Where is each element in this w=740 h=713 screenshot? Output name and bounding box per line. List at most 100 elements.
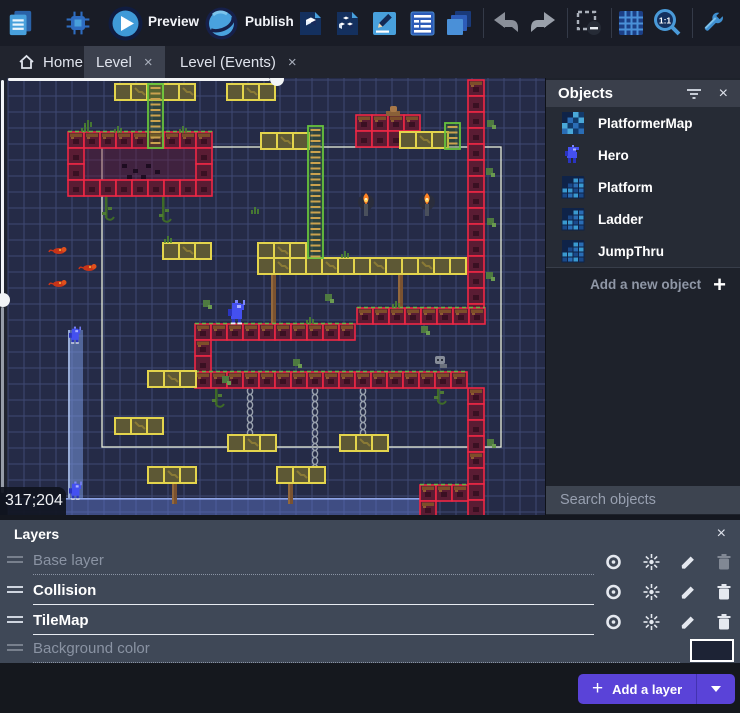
object-item-hero[interactable]: Hero [546,139,740,172]
publish-button[interactable] [203,5,240,42]
layer-name[interactable]: Collision [33,580,594,605]
redo-button[interactable] [528,9,558,37]
object-item-platform[interactable]: Platform [546,171,740,204]
level-canvas[interactable] [0,78,545,515]
preview-play-icon [107,5,144,42]
object-item-ladder[interactable]: Ladder [546,203,740,236]
undo-button[interactable] [491,9,521,37]
layer-row-tilemap[interactable]: TileMap [0,607,740,637]
grid-icon [617,9,645,37]
events-sheet-icon [409,10,436,37]
layers-stack-icon [445,9,473,37]
red-brick-structure[interactable] [468,452,484,515]
drag-handle-icon[interactable] [7,641,33,659]
filter-icon[interactable] [685,87,703,101]
scene-editor-canvas-area[interactable]: 317;204 [0,78,545,515]
preview-button[interactable] [107,5,144,42]
edit-layer-pencil-icon[interactable] [679,553,697,571]
visibility-eye-icon[interactable] [604,613,623,631]
red-brick-structure[interactable] [195,324,355,341]
delete-layer-trash-icon[interactable] [716,553,732,571]
red-brick-structure[interactable] [68,132,212,197]
yellow-platform[interactable] [227,84,275,100]
yellow-platform[interactable] [258,258,466,274]
ladder[interactable] [148,84,163,148]
layer-name[interactable]: Base layer [33,550,594,575]
visibility-eye-icon[interactable] [604,583,623,601]
yellow-platform[interactable] [148,371,196,387]
vertical-scrollbar[interactable] [1,80,4,300]
drag-handle-icon[interactable] [7,583,33,601]
objects-panel-close-icon[interactable]: × [719,85,728,103]
red-brick-structure[interactable] [420,485,468,502]
edit-scene-button[interactable] [370,9,398,37]
publish-label[interactable]: Publish [245,14,294,29]
red-brick-structure[interactable] [195,340,211,372]
add-object-plus-icon[interactable]: + [713,272,726,298]
yellow-platform[interactable] [115,418,163,434]
layer-name[interactable]: TileMap [33,610,594,635]
settings-button[interactable] [699,9,727,37]
vertical-scrollbar-track[interactable] [1,307,4,493]
tab-level[interactable]: Level × [84,46,165,78]
drag-handle-icon[interactable] [7,613,33,631]
yellow-platform[interactable] [148,467,196,483]
edit-object-button[interactable] [296,9,324,37]
layer-row-background-color[interactable]: Background color [0,637,740,663]
object-label: Ladder [598,212,643,227]
visibility-eye-icon[interactable] [604,553,623,571]
layers-panel-close-icon[interactable]: × [717,525,726,543]
yellow-platform[interactable] [340,435,388,451]
delete-selection-button[interactable] [575,9,603,37]
add-new-object-row[interactable]: Add a new object + [546,268,740,301]
yellow-platform[interactable] [163,243,211,259]
layers-toolbar-button[interactable] [445,9,473,37]
water-band [8,498,420,515]
red-brick-structure[interactable] [420,501,436,515]
ladder[interactable] [308,126,323,258]
yellow-platform[interactable] [277,467,325,483]
layer-row-collision[interactable]: Collision [0,577,740,607]
layer-effects-icon[interactable] [642,553,661,571]
add-layer-button[interactable]: + Add a layer [578,674,696,704]
horizontal-scrollbar[interactable] [8,78,270,81]
instances-list-button[interactable] [333,9,361,37]
ladder[interactable] [445,123,460,149]
search-objects-input[interactable] [558,491,740,509]
layer-effects-icon[interactable] [642,583,661,601]
tab-home[interactable]: Home [8,46,93,78]
object-item-platformermap[interactable]: PlatformerMap [546,107,740,140]
red-brick-structure[interactable] [468,80,484,320]
yellow-platform[interactable] [261,133,309,149]
delete-layer-trash-icon[interactable] [716,583,732,601]
tab-level-close-icon[interactable]: × [144,54,153,71]
red-brick-structure[interactable] [195,372,467,389]
yellow-platform[interactable] [400,132,448,148]
layers-panel: Layers × Base layer Collision [0,520,740,663]
layer-effects-icon[interactable] [642,613,661,631]
edit-layer-pencil-icon[interactable] [679,583,697,601]
zoom-original-button[interactable]: 1:1 [652,9,683,37]
background-color-swatch[interactable] [690,639,734,662]
objects-panel-header: Objects × [546,80,740,107]
red-brick-structure[interactable] [357,308,485,325]
edit-events-button[interactable] [408,9,436,37]
project-manager-button[interactable] [6,9,34,37]
grid-button[interactable] [617,9,645,37]
preview-label[interactable]: Preview [148,14,199,29]
debugger-button[interactable] [64,9,92,37]
tab-level-events[interactable]: Level (Events) × [168,46,309,78]
layer-name[interactable]: Background color [33,638,680,663]
delete-layer-trash-icon[interactable] [716,613,732,631]
object-item-jumpthru[interactable]: JumpThru [546,235,740,268]
add-layer-dropdown-button[interactable] [696,674,735,704]
yellow-platform[interactable] [258,243,306,259]
edit-layer-pencil-icon[interactable] [679,613,697,631]
layer-row-base-layer[interactable]: Base layer [0,547,740,577]
drag-handle-icon[interactable] [7,553,33,571]
redo-icon [528,10,558,36]
yellow-platform[interactable] [228,435,276,451]
tab-level-events-close-icon[interactable]: × [288,54,297,71]
cursor-coordinates: 317;204 [0,487,66,515]
red-brick-structure[interactable] [468,388,484,452]
